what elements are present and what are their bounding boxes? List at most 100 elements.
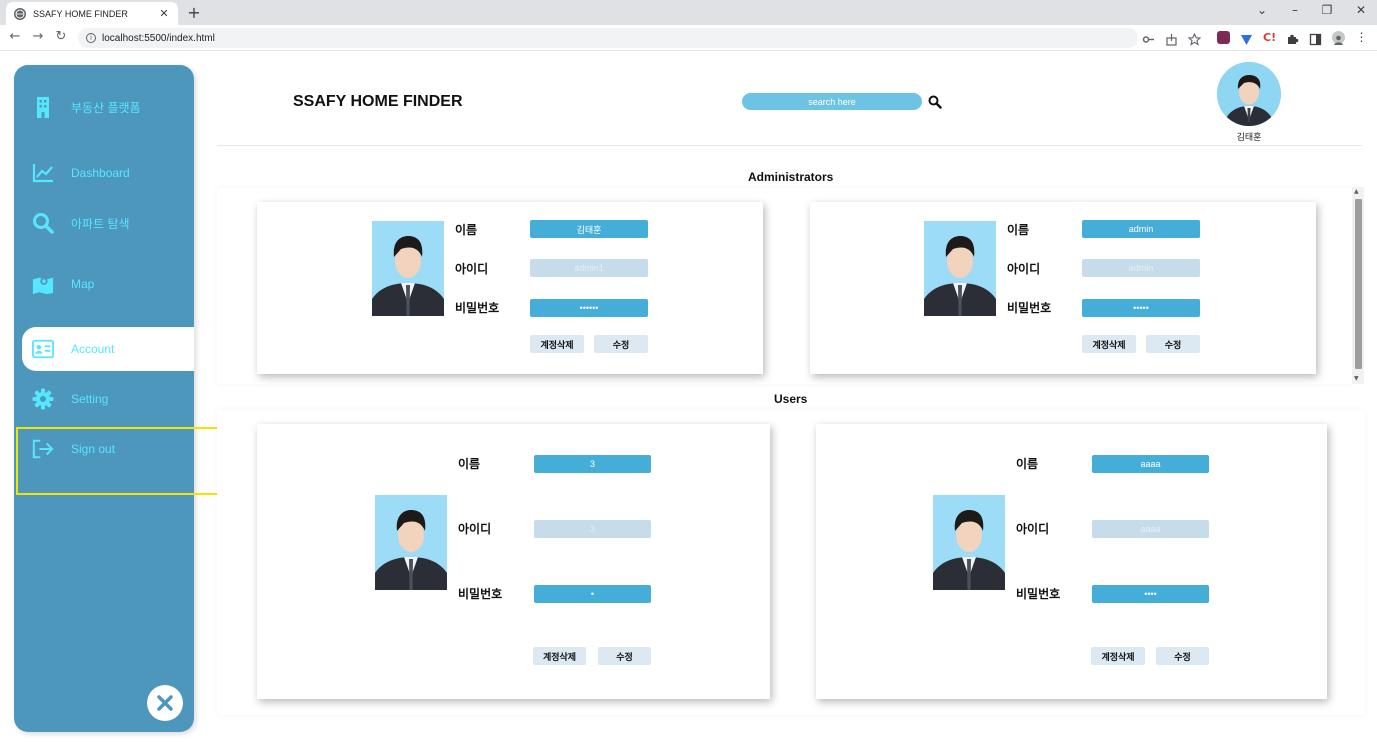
id-field[interactable]: aaaa	[1092, 520, 1209, 538]
password-label: 비밀번호	[1016, 587, 1061, 601]
sidebar-item-map[interactable]: Map	[14, 262, 194, 306]
edit-button[interactable]: 수정	[1146, 335, 1200, 353]
password-label: 비밀번호	[458, 587, 503, 601]
scrollbar[interactable]: ▲ ▼	[1352, 187, 1364, 384]
name-label: 이름	[1016, 457, 1039, 471]
header-divider	[217, 145, 1362, 146]
sidebar-item-dashboard[interactable]: Dashboard	[14, 151, 194, 195]
edit-button[interactable]: 수정	[594, 335, 648, 353]
delete-account-button[interactable]: 계정삭제	[530, 335, 584, 353]
delete-account-button[interactable]: 계정삭제	[1082, 335, 1136, 353]
sidebar-item-label: Dashboard	[71, 166, 130, 180]
name-field[interactable]: admin	[1082, 220, 1200, 238]
globe-icon	[14, 7, 26, 20]
id-field[interactable]: admin1	[530, 259, 648, 277]
password-field[interactable]: ••••••	[530, 299, 648, 317]
sidebar-item-apartment-search[interactable]: 아파트 탐색	[14, 201, 194, 245]
url-text: localhost:5500/index.html	[102, 32, 215, 44]
admin-card: 이름 김태훈 아이디 admin1 비밀번호 •••••• 계정삭제 수정	[257, 202, 763, 374]
id-label: 아이디	[1007, 262, 1041, 276]
gear-icon	[32, 388, 54, 410]
address-bar[interactable]: i localhost:5500/index.html	[78, 28, 1138, 48]
address-bar-row: ← → ↻ i localhost:5500/index.html C! ⋮	[0, 25, 1377, 51]
tab-title: SSAFY HOME FINDER	[33, 8, 128, 19]
highlight-box	[16, 427, 245, 495]
administrators-heading: Administrators	[748, 170, 834, 184]
id-card-icon	[32, 338, 54, 360]
scroll-up-arrow-icon[interactable]: ▲	[1354, 188, 1359, 195]
password-label: 비밀번호	[1007, 301, 1052, 315]
sidebar-item-label: 부동산 플랫폼	[71, 100, 141, 115]
extension-c-icon[interactable]: C!	[1263, 31, 1276, 44]
sidebar-item-label: Map	[71, 277, 95, 291]
search-icon[interactable]	[928, 95, 942, 109]
profile-photo	[375, 495, 447, 590]
name-field[interactable]: aaaa	[1092, 455, 1209, 473]
star-icon[interactable]	[1187, 31, 1202, 46]
new-tab-button[interactable]: +	[184, 3, 204, 22]
id-label: 아이디	[455, 262, 489, 276]
tab-search-chevron-icon[interactable]: ⌄	[1252, 3, 1272, 17]
id-label: 아이디	[458, 522, 492, 536]
password-label: 비밀번호	[455, 301, 500, 315]
search-icon	[32, 212, 54, 234]
sidebar-item-label: Account	[71, 342, 115, 356]
side-panel-icon[interactable]	[1309, 31, 1322, 46]
browser-tab-strip: SSAFY HOME FINDER ✕ + ⌄ – ❐ ✕	[0, 0, 1377, 25]
edit-button[interactable]: 수정	[598, 647, 651, 665]
edit-button[interactable]: 수정	[1156, 647, 1209, 665]
sidebar-item-label: Setting	[71, 392, 109, 406]
map-icon	[32, 273, 54, 295]
user-card: 이름 aaaa 아이디 aaaa 비밀번호 •••• 계정삭제 수정	[816, 424, 1327, 699]
search-input[interactable]	[742, 93, 922, 110]
profile-photo	[924, 221, 996, 316]
sidebar-item-platform[interactable]: 부동산 플랫폼	[14, 85, 194, 129]
name-label: 이름	[458, 457, 481, 471]
extension-download-icon[interactable]	[1217, 31, 1230, 44]
chart-line-icon	[32, 162, 54, 184]
scroll-down-arrow-icon[interactable]: ▼	[1354, 375, 1359, 382]
browser-menu-icon[interactable]: ⋮	[1355, 31, 1368, 44]
user-name: 김태훈	[1236, 133, 1262, 143]
profile-photo	[933, 495, 1005, 590]
close-tab-icon[interactable]: ✕	[158, 7, 170, 20]
close-icon	[157, 695, 173, 711]
delete-account-button[interactable]: 계정삭제	[533, 647, 586, 665]
forward-button[interactable]: →	[29, 29, 47, 44]
id-field[interactable]: admin	[1082, 259, 1200, 277]
sidebar: 부동산 플랫폼 Dashboard 아파트 탐색 Map Account Set…	[14, 65, 194, 732]
sidebar-item-setting[interactable]: Setting	[14, 377, 194, 421]
key-icon[interactable]	[1142, 31, 1155, 44]
sidebar-item-account[interactable]: Account	[22, 327, 194, 371]
close-window-button[interactable]: ✕	[1351, 3, 1371, 17]
search-bar[interactable]	[742, 93, 922, 110]
minimize-button[interactable]: –	[1285, 3, 1305, 17]
scrollbar-thumb[interactable]	[1355, 199, 1362, 369]
back-button[interactable]: ←	[6, 29, 24, 44]
delete-account-button[interactable]: 계정삭제	[1091, 647, 1145, 665]
browser-tab[interactable]: SSAFY HOME FINDER ✕	[6, 2, 178, 25]
extension-shield-icon[interactable]	[1240, 31, 1253, 45]
password-field[interactable]: •••••	[1082, 299, 1200, 317]
page-title: SSAFY HOME FINDER	[293, 93, 463, 110]
password-field[interactable]: •	[534, 585, 651, 603]
users-heading: Users	[774, 392, 808, 406]
info-icon[interactable]: i	[86, 33, 96, 43]
reload-button[interactable]: ↻	[52, 29, 70, 44]
name-label: 이름	[455, 223, 478, 237]
sidebar-item-label: 아파트 탐색	[71, 216, 130, 231]
sidebar-close-button[interactable]	[147, 685, 183, 721]
share-icon[interactable]	[1165, 31, 1178, 46]
name-field[interactable]: 김태훈	[530, 220, 648, 238]
restore-button[interactable]: ❐	[1317, 3, 1337, 17]
name-field[interactable]: 3	[534, 455, 651, 473]
name-label: 이름	[1007, 223, 1030, 237]
id-label: 아이디	[1016, 522, 1050, 536]
user-card: 이름 3 아이디 3 비밀번호 • 계정삭제 수정	[257, 424, 770, 699]
puzzle-icon[interactable]	[1286, 31, 1299, 44]
id-field[interactable]: 3	[534, 520, 651, 538]
password-field[interactable]: ••••	[1092, 585, 1209, 603]
profile-icon[interactable]	[1332, 31, 1345, 45]
avatar[interactable]	[1217, 62, 1281, 126]
building-icon	[32, 96, 54, 118]
